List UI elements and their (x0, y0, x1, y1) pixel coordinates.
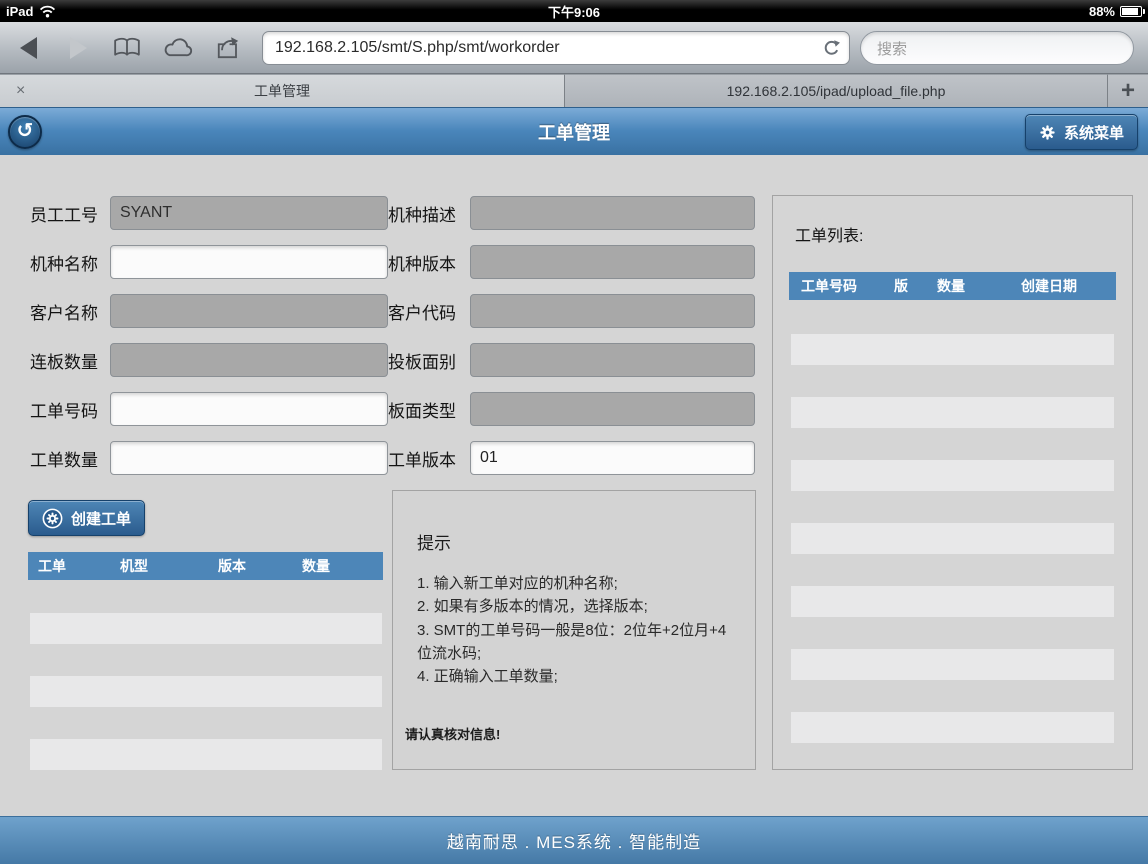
share-button[interactable] (215, 22, 243, 73)
field-label: 连板数量 (30, 348, 110, 373)
tab-label: 工单管理 (254, 81, 310, 101)
order-list-title: 工单列表: (795, 222, 1116, 246)
page-header: ↺ 工单管理 系统菜单 (0, 107, 1148, 155)
field-label: 客户名称 (30, 299, 110, 324)
page-title: 工单管理 (538, 119, 610, 145)
status-bar: iPad 下午9:06 88% (0, 0, 1148, 22)
field-label: 员工工号 (30, 201, 110, 226)
tab-close-icon[interactable]: × (16, 82, 25, 100)
battery-percent: 88% (1089, 4, 1115, 19)
field-label: 工单版本 (388, 446, 470, 471)
column-header: 版本 (218, 556, 302, 576)
new-tab-button[interactable]: + (1108, 74, 1148, 107)
field-label: 投板面别 (388, 348, 470, 373)
field-label: 工单数量 (30, 446, 110, 471)
field-input (470, 294, 755, 328)
table-row (791, 334, 1114, 365)
table-row (30, 613, 382, 644)
field-input[interactable] (110, 245, 388, 279)
book-icon (113, 37, 141, 59)
tips-item: 3. SMT的工单号码一般是8位：2位年+2位月+4位流水码; (417, 619, 731, 666)
system-menu-button[interactable]: 系统菜单 (1025, 114, 1138, 150)
column-header: 数量 (937, 276, 1021, 296)
back-arrow-icon (20, 37, 37, 59)
table-row (791, 460, 1114, 491)
field-label: 板面类型 (388, 397, 470, 422)
tab-workorder[interactable]: × 工单管理 (0, 74, 565, 107)
return-arrow-icon: ↺ (17, 120, 34, 142)
order-list-panel: 工单列表: 工单号码 版 数量 创建日期 (772, 195, 1133, 770)
tips-panel: 提示 1. 输入新工单对应的机种名称; 2. 如果有多版本的情况，选择版本; 3… (392, 490, 756, 770)
create-workorder-button[interactable]: 创建工单 (28, 500, 145, 536)
system-menu-label: 系统菜单 (1064, 122, 1124, 143)
tab-label: 192.168.2.105/ipad/upload_file.php (727, 83, 946, 99)
field-input (470, 245, 755, 279)
field-label: 机种描述 (388, 201, 470, 226)
tips-warning: 请认真核对信息! (405, 724, 731, 743)
tips-item: 1. 输入新工单对应的机种名称; (417, 572, 731, 595)
column-header: 工单号码 (789, 276, 894, 296)
column-header: 机型 (120, 556, 218, 576)
column-header: 数量 (302, 556, 383, 576)
field-input[interactable] (470, 441, 755, 475)
table-row (791, 712, 1114, 743)
url-text: 192.168.2.105/smt/S.php/smt/workorder (275, 39, 560, 57)
gear-icon (42, 508, 63, 529)
order-list-rows (789, 334, 1116, 743)
field-input (470, 392, 755, 426)
column-header: 版 (894, 276, 937, 296)
table-row (30, 676, 382, 707)
footer-text: 越南耐思 . MES系统 . 智能制造 (447, 828, 701, 853)
pending-table-rows (30, 613, 382, 802)
forward-nav-button[interactable] (70, 22, 87, 73)
field-label: 工单号码 (30, 397, 110, 422)
share-icon (215, 36, 243, 59)
field-input (470, 196, 755, 230)
table-row (791, 397, 1114, 428)
column-header: 创建日期 (1021, 276, 1116, 296)
create-workorder-label: 创建工单 (71, 508, 131, 529)
refresh-icon (822, 39, 841, 58)
search-input[interactable]: 搜索 (860, 31, 1134, 65)
table-row (30, 739, 382, 770)
refresh-button[interactable] (822, 39, 841, 63)
field-label: 客户代码 (388, 299, 470, 324)
page-footer: 越南耐思 . MES系统 . 智能制造 (0, 816, 1148, 864)
search-placeholder: 搜索 (877, 38, 907, 59)
tab-bar: × 工单管理 192.168.2.105/ipad/upload_file.ph… (0, 74, 1148, 107)
tips-item: 4. 正确输入工单数量; (417, 665, 731, 688)
form-grid: 员工工号 机种描述机种名称 机种版本客户名称 客户代码连板数量 投板面别工单号码 板面类型… (30, 196, 755, 475)
page-back-button[interactable]: ↺ (8, 115, 42, 149)
table-row (791, 523, 1114, 554)
back-nav-button[interactable] (20, 22, 37, 73)
icloud-tabs-button[interactable] (163, 22, 193, 73)
field-label: 机种名称 (30, 250, 110, 275)
battery-icon (1120, 6, 1142, 17)
field-label: 机种版本 (388, 250, 470, 275)
field-input (110, 196, 388, 230)
table-row (791, 586, 1114, 617)
url-bar[interactable]: 192.168.2.105/smt/S.php/smt/workorder (262, 31, 850, 65)
plus-icon: + (1121, 77, 1135, 105)
browser-toolbar: 192.168.2.105/smt/S.php/smt/workorder 搜索 (0, 22, 1148, 74)
gear-icon (1039, 124, 1056, 141)
field-input (470, 343, 755, 377)
tab-upload-file[interactable]: 192.168.2.105/ipad/upload_file.php (565, 74, 1108, 107)
forward-arrow-icon (70, 37, 87, 59)
clock: 下午9:06 (548, 2, 600, 21)
field-input (110, 343, 388, 377)
pending-table-header: 工单 机型 版本 数量 (28, 552, 383, 580)
order-list-header: 工单号码 版 数量 创建日期 (789, 272, 1116, 300)
field-input (110, 294, 388, 328)
content: 员工工号机种描述机种名称机种版本客户名称客户代码连板数量投板面别工单号码板面类型… (0, 155, 1148, 816)
tips-title: 提示 (417, 529, 731, 554)
field-input[interactable] (110, 441, 388, 475)
column-header: 工单 (28, 556, 120, 576)
field-input[interactable] (110, 392, 388, 426)
tips-item: 2. 如果有多版本的情况，选择版本; (417, 595, 731, 618)
bookmarks-button[interactable] (113, 22, 141, 73)
table-row (791, 649, 1114, 680)
cloud-icon (163, 37, 193, 58)
